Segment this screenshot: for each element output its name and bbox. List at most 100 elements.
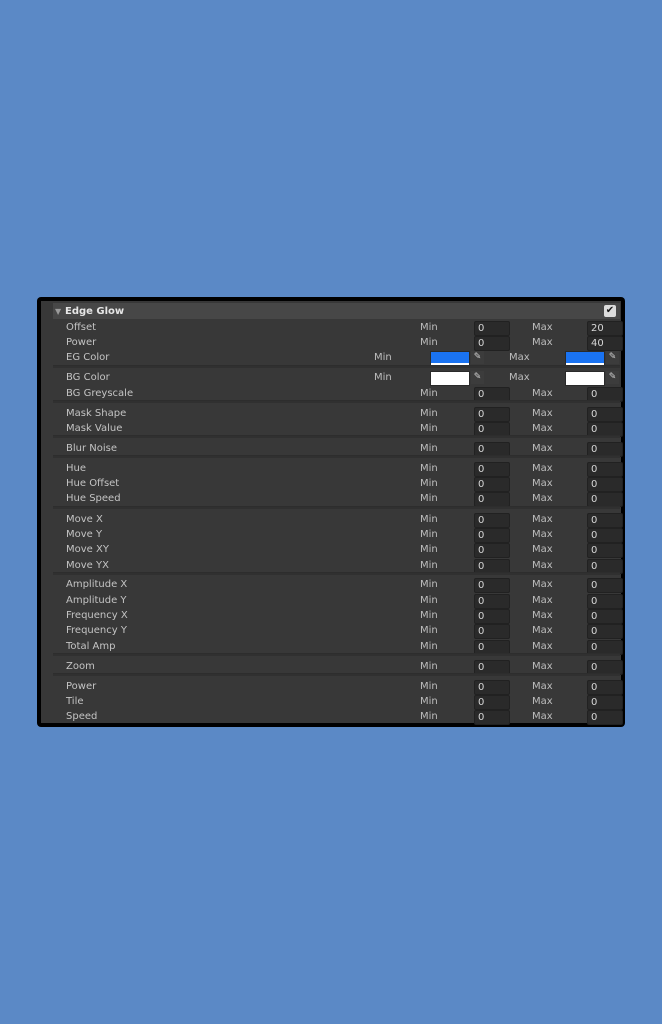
hue-max-field[interactable]: 0 [587, 462, 623, 477]
row-separator [53, 455, 620, 458]
hue-label: Hue [66, 463, 87, 474]
move-y-label: Move Y [66, 529, 103, 540]
frequency-x-max-field[interactable]: 0 [587, 609, 623, 624]
zoom-label: Zoom [66, 661, 95, 672]
eyedropper-icon[interactable]: ✎ [606, 371, 619, 384]
mask-value-label: Mask Value [66, 423, 123, 434]
hue-speed-min-field[interactable]: 0 [474, 492, 510, 507]
min-label: Min [420, 388, 438, 399]
max-label: Max [532, 388, 553, 399]
tile-min-field[interactable]: 0 [474, 695, 510, 710]
move-y-min-field[interactable]: 0 [474, 528, 510, 543]
move-xy-max-field[interactable]: 0 [587, 543, 623, 558]
max-label: Max [532, 595, 553, 606]
min-label: Min [420, 423, 438, 434]
eg-color-min-swatch[interactable] [430, 351, 470, 366]
mask-shape-row: Mask Shape Min 0 Max 0 [41, 407, 623, 422]
max-label: Max [532, 625, 553, 636]
offset-min-field[interactable]: 0 [474, 321, 510, 336]
offset-label: Offset [66, 322, 97, 333]
max-label: Max [532, 681, 553, 692]
amplitude-y-row: Amplitude Y Min 0 Max 0 [41, 594, 623, 609]
frequency-y-max-field[interactable]: 0 [587, 624, 623, 639]
bg-color-max-swatch[interactable] [565, 371, 605, 386]
row-separator [53, 506, 620, 509]
hue-offset-label: Hue Offset [66, 478, 120, 489]
max-label: Max [532, 661, 553, 672]
speed-max-field[interactable]: 0 [587, 710, 623, 725]
min-label: Min [374, 372, 392, 383]
max-label: Max [532, 529, 553, 540]
max-label: Max [532, 711, 553, 722]
max-label: Max [532, 322, 553, 333]
min-label: Min [420, 625, 438, 636]
tile-max-field[interactable]: 0 [587, 695, 623, 710]
move-xy-min-field[interactable]: 0 [474, 543, 510, 558]
frequency-x-min-field[interactable]: 0 [474, 609, 510, 624]
max-label: Max [532, 610, 553, 621]
power-min-field[interactable]: 0 [474, 336, 510, 351]
row-separator [53, 673, 620, 676]
offset-max-field[interactable]: 20 [587, 321, 623, 336]
eg-color-label: EG Color [66, 352, 110, 363]
power-max-field[interactable]: 40 [587, 336, 623, 351]
speed-label: Speed [66, 711, 98, 722]
power-label: Power [66, 337, 97, 348]
amplitude-y-min-field[interactable]: 0 [474, 594, 510, 609]
hue-min-field[interactable]: 0 [474, 462, 510, 477]
amplitude-y-max-field[interactable]: 0 [587, 594, 623, 609]
max-label: Max [532, 443, 553, 454]
eyedropper-icon[interactable]: ✎ [471, 351, 484, 364]
hue-speed-max-field[interactable]: 0 [587, 492, 623, 507]
min-label: Min [374, 352, 392, 363]
amplitude-x-min-field[interactable]: 0 [474, 578, 510, 593]
max-label: Max [532, 493, 553, 504]
eyedropper-icon[interactable]: ✎ [471, 371, 484, 384]
move-y-max-field[interactable]: 0 [587, 528, 623, 543]
eg-color-max-swatch[interactable] [565, 351, 605, 366]
alpha-bar [431, 383, 469, 385]
max-label: Max [509, 352, 530, 363]
min-label: Min [420, 529, 438, 540]
min-label: Min [420, 711, 438, 722]
min-label: Min [420, 610, 438, 621]
power2-label: Power [66, 681, 97, 692]
hue-row: Hue Min 0 Max 0 [41, 462, 623, 477]
eyedropper-icon[interactable]: ✎ [606, 351, 619, 364]
speed-min-field[interactable]: 0 [474, 710, 510, 725]
move-x-max-field[interactable]: 0 [587, 513, 623, 528]
hue-offset-min-field[interactable]: 0 [474, 477, 510, 492]
bg-color-min-swatch[interactable] [430, 371, 470, 386]
max-label: Max [509, 372, 530, 383]
amplitude-y-label: Amplitude Y [66, 595, 127, 606]
hue-offset-max-field[interactable]: 0 [587, 477, 623, 492]
row-separator [53, 435, 620, 438]
power-row: Power Min 0 Max 40 [41, 336, 623, 351]
amplitude-x-max-field[interactable]: 0 [587, 578, 623, 593]
panel-body: ▼ Edge Glow ✔ Offset Min 0 Max 20 Power Min 0 Ma… [41, 301, 623, 725]
amplitude-x-row: Amplitude X Min 0 Max 0 [41, 578, 623, 593]
hue-speed-label: Hue Speed [66, 493, 121, 504]
hue-speed-row: Hue Speed Min 0 Max 0 [41, 492, 623, 507]
min-label: Min [420, 322, 438, 333]
min-label: Min [420, 696, 438, 707]
move-x-min-field[interactable]: 0 [474, 513, 510, 528]
frequency-x-row: Frequency X Min 0 Max 0 [41, 609, 623, 624]
power2-max-field[interactable]: 0 [587, 680, 623, 695]
frequency-y-min-field[interactable]: 0 [474, 624, 510, 639]
min-label: Min [420, 595, 438, 606]
mask-shape-label: Mask Shape [66, 408, 127, 419]
move-y-row: Move Y Min 0 Max 0 [41, 528, 623, 543]
frequency-y-label: Frequency Y [66, 625, 127, 636]
edge-glow-panel: ▼ Edge Glow ✔ Offset Min 0 Max 20 Power Min 0 Ma… [37, 297, 625, 727]
move-xy-label: Move XY [66, 544, 109, 555]
power2-min-field[interactable]: 0 [474, 680, 510, 695]
mask-shape-max-field[interactable]: 0 [587, 407, 623, 422]
min-label: Min [420, 544, 438, 555]
bg-color-label: BG Color [66, 372, 110, 383]
row-separator [53, 653, 620, 656]
hue-offset-row: Hue Offset Min 0 Max 0 [41, 477, 623, 492]
min-label: Min [420, 514, 438, 525]
mask-shape-min-field[interactable]: 0 [474, 407, 510, 422]
min-label: Min [420, 493, 438, 504]
